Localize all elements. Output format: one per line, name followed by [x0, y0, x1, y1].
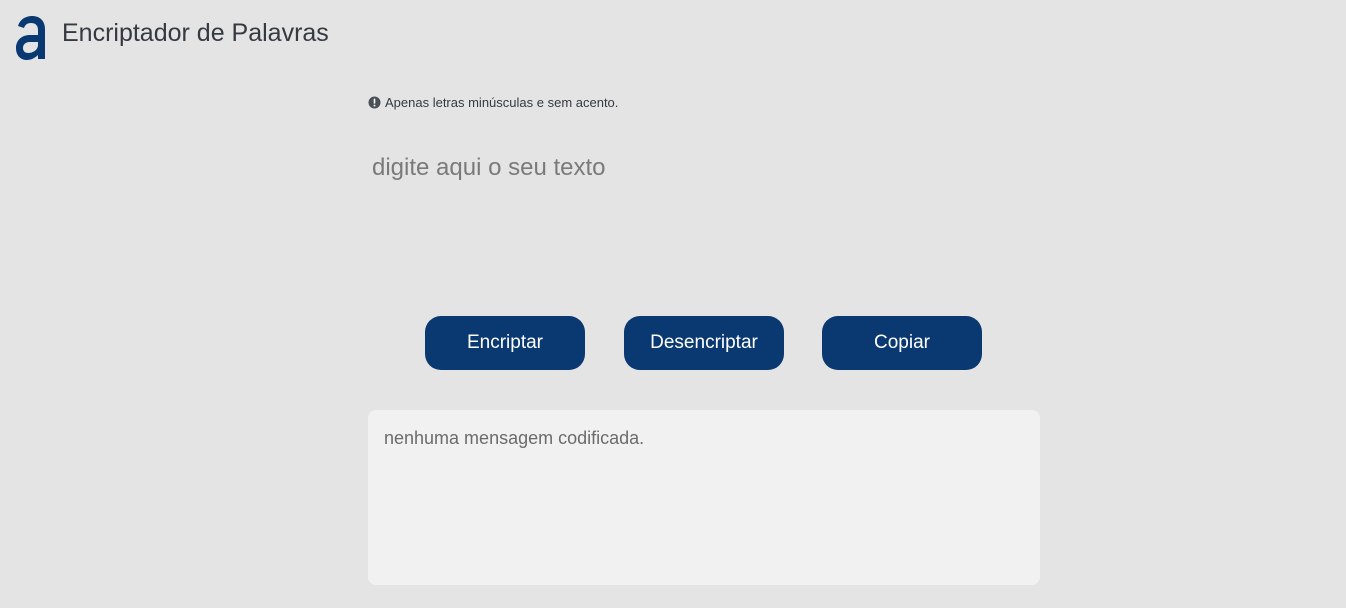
input-hint: Apenas letras minúsculas e sem acento.	[368, 95, 618, 110]
output-box: nenhuma mensagem codificada.	[368, 410, 1040, 585]
app-title: Encriptador de Palavras	[62, 19, 329, 47]
action-buttons: Encriptar Desencriptar Copiar	[0, 316, 1346, 370]
decrypt-button[interactable]: Desencriptar	[624, 316, 784, 370]
output-message: nenhuma mensagem codificada.	[384, 428, 645, 448]
logo-icon	[16, 16, 45, 60]
text-input[interactable]	[368, 150, 1040, 290]
info-circle-icon	[368, 96, 381, 109]
copy-button[interactable]: Copiar	[822, 316, 982, 370]
hint-text: Apenas letras minúsculas e sem acento.	[385, 95, 619, 110]
encrypt-button[interactable]: Encriptar	[425, 316, 585, 370]
